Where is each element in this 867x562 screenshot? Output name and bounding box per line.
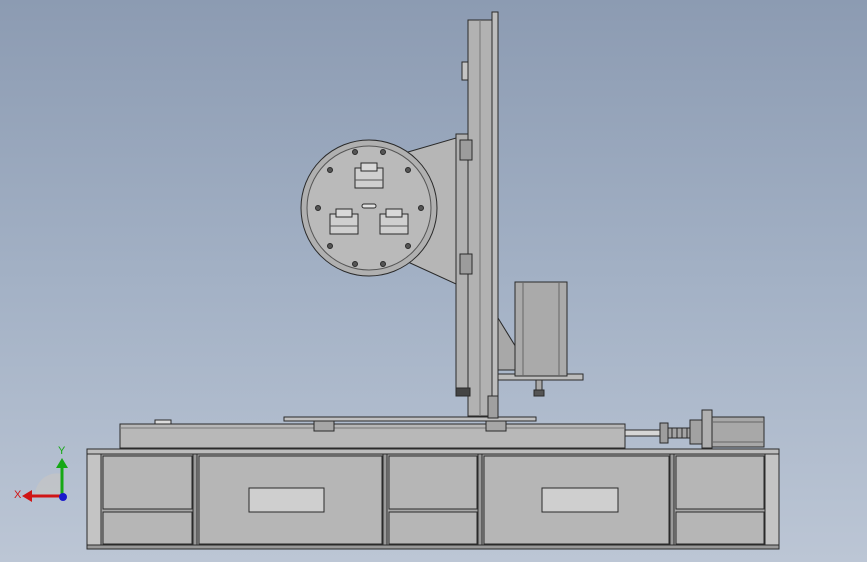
panel-window-right bbox=[541, 487, 619, 513]
frame-panels bbox=[102, 455, 765, 545]
z-axis-dot bbox=[59, 493, 67, 501]
x-axis-label: X bbox=[14, 489, 22, 501]
column-motor bbox=[497, 281, 584, 397]
top-plate bbox=[119, 416, 626, 449]
vertical-column bbox=[455, 11, 499, 419]
cad-model-view[interactable] bbox=[0, 0, 867, 562]
coordinate-triad: Y X bbox=[14, 445, 68, 502]
cad-viewport[interactable]: Y X bbox=[0, 0, 867, 562]
rotary-disc bbox=[300, 139, 438, 277]
panel-window-left bbox=[248, 487, 325, 513]
y-axis-label: Y bbox=[58, 445, 66, 457]
lead-screw-assembly bbox=[624, 409, 765, 449]
